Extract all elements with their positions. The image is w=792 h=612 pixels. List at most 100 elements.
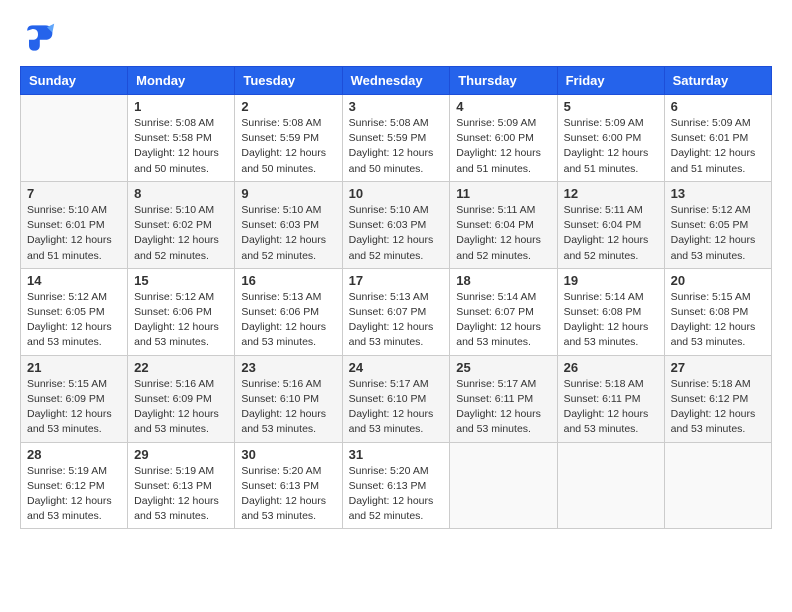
- day-info: Sunrise: 5:08 AMSunset: 5:59 PMDaylight:…: [349, 116, 444, 177]
- day-number: 9: [241, 186, 335, 201]
- sunset-text: Sunset: 6:07 PM: [456, 306, 534, 318]
- calendar-week-row: 1 Sunrise: 5:08 AM Sunset: 5:58 PM Daylight…: [21, 95, 772, 182]
- calendar-cell: 24Sunrise: 5:17 AMSunset: 6:10 PMDayligh…: [342, 355, 450, 442]
- day-number: 8: [134, 186, 228, 201]
- sunset-text: Sunset: 5:59 PM: [241, 132, 319, 144]
- day-info: Sunrise: 5:12 AM Sunset: 6:06 PM Daylight:…: [134, 290, 228, 351]
- sunset-text: Sunset: 6:07 PM: [349, 306, 427, 318]
- column-header-thursday: Thursday: [450, 67, 557, 95]
- calendar-week-row: 28Sunrise: 5:19 AMSunset: 6:12 PMDayligh…: [21, 442, 772, 529]
- calendar-cell: 31Sunrise: 5:20 AMSunset: 6:13 PMDayligh…: [342, 442, 450, 529]
- day-info: Sunrise: 5:17 AMSunset: 6:10 PMDaylight:…: [349, 377, 444, 438]
- day-number: 10: [349, 186, 444, 201]
- sunrise-text: Sunrise: 5:14 AM: [456, 291, 536, 303]
- calendar-cell: 5Sunrise: 5:09 AMSunset: 6:00 PMDaylight…: [557, 95, 664, 182]
- day-info: Sunrise: 5:18 AMSunset: 6:12 PMDaylight:…: [671, 377, 765, 438]
- daylight-text: Daylight: 12 hours and 53 minutes.: [564, 321, 649, 348]
- calendar-cell: 8 Sunrise: 5:10 AMSunset: 6:02 PMDaylight…: [128, 181, 235, 268]
- sunrise-text: Sunrise: 5:19 AM: [27, 465, 107, 477]
- daylight-text: Daylight: 12 hours and 53 minutes.: [27, 321, 112, 348]
- calendar-cell: [664, 442, 771, 529]
- sunset-text: Sunset: 6:01 PM: [671, 132, 749, 144]
- calendar-cell: 20 Sunrise: 5:15 AM Sunset: 6:08 PM Dayligh…: [664, 268, 771, 355]
- sunrise-text: Sunrise: 5:12 AM: [134, 291, 214, 303]
- sunrise-text: Sunrise: 5:08 AM: [349, 117, 429, 129]
- sunrise-text: Sunrise: 5:11 AM: [456, 204, 535, 216]
- day-number: 13: [671, 186, 765, 201]
- day-info: Sunrise: 5:10 AMSunset: 6:01 PMDaylight:…: [27, 203, 121, 264]
- day-number: 1: [134, 99, 228, 114]
- day-info: Sunrise: 5:12 AMSunset: 6:05 PMDaylight:…: [27, 290, 121, 351]
- daylight-text: Daylight: 12 hours and 53 minutes.: [349, 408, 434, 435]
- day-info: Sunrise: 5:20 AMSunset: 6:13 PMDaylight:…: [241, 464, 335, 525]
- day-number: 14: [27, 273, 121, 288]
- sunrise-text: Sunrise: 5:08 AM: [241, 117, 321, 129]
- sunset-text: Sunset: 6:08 PM: [671, 306, 749, 318]
- day-info: Sunrise: 5:15 AM Sunset: 6:08 PM Daylight:…: [671, 290, 765, 351]
- logo-icon: [20, 20, 56, 56]
- sunrise-text: Sunrise: 5:10 AM: [241, 204, 321, 216]
- daylight-text: Daylight: 12 hours and 53 minutes.: [241, 408, 326, 435]
- calendar-cell: 3Sunrise: 5:08 AMSunset: 5:59 PMDaylight…: [342, 95, 450, 182]
- day-number: 31: [349, 447, 444, 462]
- daylight-text: Daylight: 12 hours and 53 minutes.: [671, 321, 756, 348]
- day-number: 11: [456, 186, 550, 201]
- day-info: Sunrise: 5:18 AM Sunset: 6:11 PM Daylight:…: [564, 377, 658, 438]
- daylight-text: Daylight: 12 hours and 53 minutes.: [564, 408, 649, 435]
- day-info: Sunrise: 5:10 AMSunset: 6:02 PMDaylight:…: [134, 203, 228, 264]
- sunrise-text: Sunrise: 5:13 AM: [241, 291, 321, 303]
- calendar-cell: 30 Sunrise: 5:20 AMSunset: 6:13 PMDayligh…: [235, 442, 342, 529]
- calendar-cell: 14 Sunrise: 5:12 AMSunset: 6:05 PMDayligh…: [21, 268, 128, 355]
- sunset-text: Sunset: 6:06 PM: [134, 306, 212, 318]
- day-info: Sunrise: 5:09 AMSunset: 6:01 PMDaylight:…: [671, 116, 765, 177]
- day-number: 2: [241, 99, 335, 114]
- daylight-text: Daylight: 12 hours and 52 minutes.: [241, 234, 326, 261]
- sunset-text: Sunset: 6:03 PM: [349, 219, 427, 231]
- calendar-cell: 10Sunrise: 5:10 AMSunset: 6:03 PMDayligh…: [342, 181, 450, 268]
- daylight-text: Daylight: 12 hours and 50 minutes.: [134, 147, 219, 174]
- sunset-text: Sunset: 6:04 PM: [564, 219, 642, 231]
- daylight-text: Daylight: 12 hours and 51 minutes.: [27, 234, 112, 261]
- calendar-cell: 21Sunrise: 5:15 AMSunset: 6:09 PMDayligh…: [21, 355, 128, 442]
- calendar-cell: 15Sunrise: 5:12 AMSunset: 6:06 PMDayligh…: [128, 268, 235, 355]
- sunrise-text: Sunrise: 5:16 AM: [241, 378, 321, 390]
- calendar-week-row: 21Sunrise: 5:15 AMSunset: 6:09 PMDayligh…: [21, 355, 772, 442]
- day-info: Sunrise: 5:13 AMSunset: 6:06 PMDaylight:…: [241, 290, 335, 351]
- column-header-monday: Monday: [128, 67, 235, 95]
- calendar-cell: 19Sunrise: 5:14 AMSunset: 6:08 PMDayligh…: [557, 268, 664, 355]
- calendar-cell: 28Sunrise: 5:19 AMSunset: 6:12 PMDayligh…: [21, 442, 128, 529]
- day-info: Sunrise: 5:16 AMSunset: 6:10 PMDaylight:…: [241, 377, 335, 438]
- day-number: 30: [241, 447, 335, 462]
- daylight-text: Daylight: 12 hours and 53 minutes.: [349, 321, 434, 348]
- daylight-text: Daylight: 12 hours and 50 minutes.: [349, 147, 434, 174]
- calendar-cell: 23Sunrise: 5:16 AMSunset: 6:10 PMDayligh…: [235, 355, 342, 442]
- sunrise-text: Sunrise: 5:13 AM: [349, 291, 429, 303]
- day-number: 20: [671, 273, 765, 288]
- day-number: 27: [671, 360, 765, 375]
- daylight-text: Daylight: 12 hours and 51 minutes.: [564, 147, 649, 174]
- sunset-text: Sunset: 6:00 PM: [456, 132, 534, 144]
- sunrise-text: Sunrise: 5:15 AM: [671, 291, 751, 303]
- sunset-text: Sunset: 5:58 PM: [134, 132, 212, 144]
- daylight-text: Daylight: 12 hours and 53 minutes.: [134, 495, 219, 522]
- sunrise-text: Sunrise: 5:18 AM: [671, 378, 751, 390]
- sunrise-text: Sunrise: 5:18 AM: [564, 378, 644, 390]
- day-info: Sunrise: 5:12 AMSunset: 6:05 PMDaylight:…: [671, 203, 765, 264]
- calendar-week-row: 14 Sunrise: 5:12 AMSunset: 6:05 PMDayligh…: [21, 268, 772, 355]
- day-info: Sunrise: 5:13 AM Sunset: 6:07 PM Daylight:…: [349, 290, 444, 351]
- day-number: 18: [456, 273, 550, 288]
- day-info: Sunrise: 5:16 AMSunset: 6:09 PMDaylight:…: [134, 377, 228, 438]
- page-header: [20, 20, 772, 56]
- sunset-text: Sunset: 6:11 PM: [564, 393, 641, 405]
- daylight-text: Daylight: 12 hours and 53 minutes.: [671, 408, 756, 435]
- calendar-cell: 17Sunrise: 5:13 AMSunset: 6:07 PMDayligh…: [342, 268, 450, 355]
- calendar-cell: 29Sunrise: 5:19 AMSunset: 6:13 PMDayligh…: [128, 442, 235, 529]
- day-number: 22: [134, 360, 228, 375]
- column-header-saturday: Saturday: [664, 67, 771, 95]
- daylight-text: Daylight: 12 hours and 53 minutes.: [134, 321, 219, 348]
- calendar-cell: 27 Sunrise: 5:18 AMSunset: 6:12 PMDayligh…: [664, 355, 771, 442]
- day-number: 26: [564, 360, 658, 375]
- sunset-text: Sunset: 6:00 PM: [564, 132, 642, 144]
- daylight-text: Daylight: 12 hours and 52 minutes.: [456, 234, 541, 261]
- daylight-text: Daylight: 12 hours and 52 minutes.: [134, 234, 219, 261]
